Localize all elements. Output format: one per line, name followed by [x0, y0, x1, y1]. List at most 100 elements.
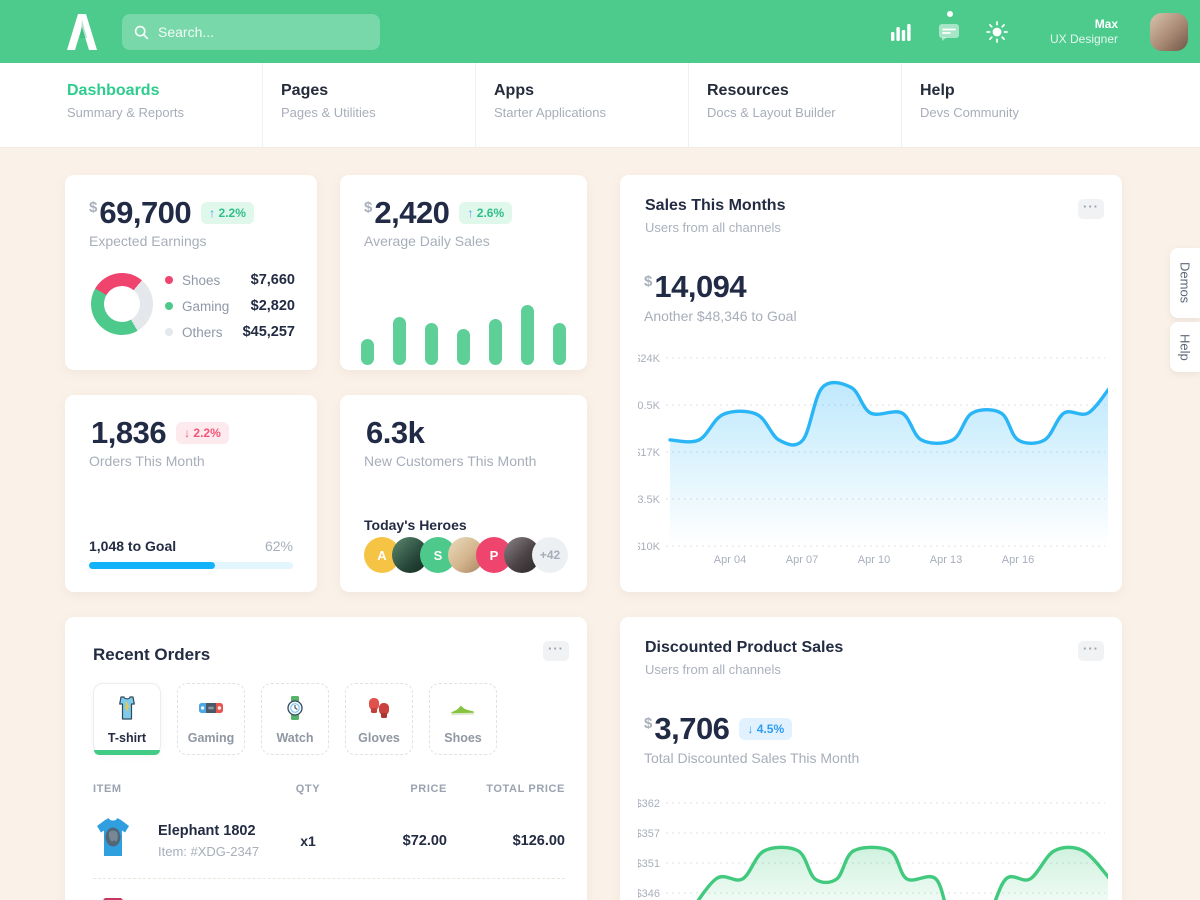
- recent-orders-card: Recent Orders ··· T-shirt Gaming Watch G…: [65, 617, 587, 900]
- side-tab-demos[interactable]: Demos: [1170, 248, 1200, 318]
- expected-earnings-card: $ 69,700 ↑ 2.2% Expected Earnings Shoes …: [65, 175, 317, 370]
- gloves-icon: [365, 694, 393, 727]
- notification-dot: [947, 11, 953, 17]
- category-tab-shoes[interactable]: Shoes: [429, 683, 497, 755]
- sales-goal-note: Another $48,346 to Goal: [644, 308, 797, 324]
- orders-table: Elephant 1802 Item: #XDG-2347 x1 $72.00 …: [93, 803, 565, 900]
- nav-item-apps[interactable]: Apps Starter Applications: [475, 63, 688, 147]
- earnings-delta-badge: ↑ 2.2%: [201, 202, 254, 224]
- category-tab-label: Gaming: [188, 731, 235, 745]
- user-avatar[interactable]: [1150, 13, 1188, 51]
- legend-value: $2,820: [251, 298, 295, 314]
- mini-bar: [553, 323, 566, 365]
- legend-name: Shoes: [182, 273, 220, 288]
- category-tab-watch[interactable]: Watch: [261, 683, 329, 755]
- svg-text:Apr 16: Apr 16: [1002, 554, 1034, 566]
- arrow-up-icon: ↑: [209, 206, 218, 220]
- product-total: $126.00: [447, 833, 565, 849]
- legend-name: Others: [182, 325, 223, 340]
- currency-sign: $: [644, 715, 652, 732]
- category-tab-t-shirt[interactable]: T-shirt: [93, 683, 161, 755]
- user-role: UX Designer: [1050, 32, 1118, 47]
- mini-bar: [457, 329, 470, 365]
- category-tab-gaming[interactable]: Gaming: [177, 683, 245, 755]
- shoes-icon: [449, 694, 477, 727]
- average-daily-sales-card: $ 2,420 ↑ 2.6% Average Daily Sales: [340, 175, 587, 370]
- category-tab-label: Shoes: [444, 731, 482, 745]
- daily-sales-delta-badge: ↑ 2.6%: [459, 202, 512, 224]
- column-header-item: ITEM: [93, 783, 277, 795]
- legend-dot-icon: [165, 302, 173, 310]
- table-row-red-laga[interactable]: Red Laga: [93, 879, 565, 900]
- category-tab-label: T-shirt: [108, 731, 146, 745]
- orders-goal-label: 1,048 to Goal: [89, 538, 176, 554]
- heroes-avatar-stack: ASP+42: [364, 537, 568, 573]
- svg-text:$351: $351: [638, 858, 660, 870]
- nav-item-label: Apps: [494, 82, 688, 100]
- card-menu-button[interactable]: ···: [1078, 641, 1104, 661]
- product-qty: x1: [277, 833, 339, 849]
- messages-icon[interactable]: [936, 19, 962, 45]
- legend-row-others: Others $45,257: [165, 319, 295, 345]
- side-tab-help[interactable]: Help: [1170, 322, 1200, 372]
- earnings-value: 69,700: [99, 197, 191, 228]
- svg-text:$362: $362: [638, 798, 660, 810]
- svg-text:Apr 07: Apr 07: [786, 554, 818, 566]
- table-row-elephant-1802[interactable]: Elephant 1802 Item: #XDG-2347 x1 $72.00 …: [93, 803, 565, 879]
- mini-bar: [361, 339, 374, 365]
- svg-text:$20.5K: $20.5K: [638, 400, 661, 412]
- nav-item-pages[interactable]: Pages Pages & Utilities: [262, 63, 475, 147]
- app-logo[interactable]: [65, 14, 111, 50]
- product-thumbnail: [93, 816, 133, 865]
- new-customers-card: 6.3k New Customers This Month Today's He…: [340, 395, 587, 592]
- search-bar[interactable]: [122, 14, 380, 50]
- card-menu-button[interactable]: ···: [543, 641, 569, 661]
- nav-item-sublabel: Pages & Utilities: [281, 105, 475, 120]
- legend-name: Gaming: [182, 299, 229, 314]
- search-input[interactable]: [158, 24, 368, 40]
- column-header-qty: QTY: [277, 783, 339, 795]
- category-tab-label: Gloves: [358, 731, 400, 745]
- avatar-more-count[interactable]: +42: [532, 537, 568, 573]
- nav-item-resources[interactable]: Resources Docs & Layout Builder: [688, 63, 901, 147]
- category-tab-gloves[interactable]: Gloves: [345, 683, 413, 755]
- tshirt-icon: [113, 694, 141, 727]
- mini-bar: [521, 305, 534, 365]
- mini-bar: [489, 319, 502, 365]
- sales-this-month-card: Sales This Months Users from all channel…: [620, 175, 1122, 592]
- card-subtitle: Users from all channels: [645, 662, 781, 677]
- svg-text:$24K: $24K: [638, 353, 661, 365]
- card-title: Recent Orders: [93, 645, 210, 665]
- nav-item-help[interactable]: Help Devs Community: [901, 63, 1114, 147]
- nav-item-label: Dashboards: [67, 82, 262, 100]
- product-price: $72.00: [339, 833, 447, 849]
- nav-item-dashboards[interactable]: Dashboards Summary & Reports: [67, 63, 262, 147]
- product-thumbnail: [93, 892, 133, 900]
- app-header: Max UX Designer: [0, 0, 1200, 63]
- daily-sales-value: 2,420: [374, 197, 449, 228]
- legend-row-shoes: Shoes $7,660: [165, 267, 295, 293]
- arrow-up-icon: ↑: [467, 206, 476, 220]
- svg-text:$17K: $17K: [638, 447, 661, 459]
- earnings-label: Expected Earnings: [89, 233, 207, 249]
- svg-text:Apr 13: Apr 13: [930, 554, 962, 566]
- svg-text:$357: $357: [638, 828, 660, 840]
- daily-sales-mini-bar-chart: [361, 305, 566, 365]
- card-menu-button[interactable]: ···: [1078, 199, 1104, 219]
- table-header: ITEMQTYPRICETOTAL PRICE: [93, 783, 565, 795]
- svg-text:$13.5K: $13.5K: [638, 494, 661, 506]
- analytics-icon[interactable]: [888, 19, 914, 45]
- daily-sales-label: Average Daily Sales: [364, 233, 490, 249]
- customers-label: New Customers This Month: [364, 453, 536, 469]
- brightness-icon[interactable]: [984, 19, 1010, 45]
- sales-line-chart: $24K$20.5K$17K$13.5K$10KApr 04Apr 07Apr …: [638, 345, 1108, 573]
- mini-bar: [393, 317, 406, 365]
- nav-item-sublabel: Devs Community: [920, 105, 1114, 120]
- gaming-icon: [197, 694, 225, 727]
- earnings-legend: Shoes $7,660 Gaming $2,820 Others $45,25…: [165, 267, 295, 345]
- arrow-down-icon: ↓: [747, 722, 756, 736]
- discounted-delta-badge: ↓ 4.5%: [739, 718, 792, 740]
- search-icon: [134, 25, 149, 40]
- user-name: Max: [1050, 17, 1118, 32]
- user-info: Max UX Designer: [1050, 17, 1118, 47]
